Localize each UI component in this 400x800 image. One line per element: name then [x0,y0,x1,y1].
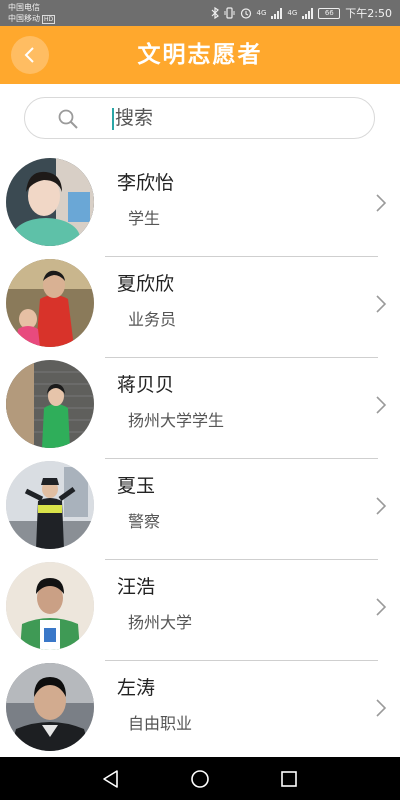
chevron-right-icon [376,497,387,515]
list-item[interactable]: 夏欣欣 业务员 [0,257,400,358]
carrier-2: 中国移动 [8,14,40,23]
chevron-right-icon [376,699,387,717]
volunteer-role: 警察 [128,512,161,531]
recents-square-icon[interactable] [278,768,300,790]
avatar [6,461,94,549]
system-nav-bar [0,757,400,800]
avatar [6,663,94,751]
clock: 下午2:50 [345,7,392,20]
list-item[interactable]: 汪浩 扬州大学 [0,560,400,661]
avatar [6,259,94,347]
volunteer-role: 扬州大学 [128,613,193,632]
back-button[interactable] [11,36,49,74]
chevron-right-icon [376,396,387,414]
volunteer-name: 李欣怡 [117,172,175,194]
volunteer-name: 夏欣欣 [117,273,175,295]
network-type-2: 4G [287,8,298,17]
bluetooth-icon [211,7,219,19]
volunteer-role: 学生 [128,209,161,228]
volunteer-role: 扬州大学学生 [128,411,225,430]
carrier-1: 中国电信 [8,3,40,12]
volunteer-list: 李欣怡 学生 夏欣欣 业务员 蒋贝贝 扬州大学学生 夏玉 警察 汪浩 扬州大学 … [0,156,400,762]
carrier-info: 中国电信 中国移动 HD [8,2,56,24]
avatar [6,562,94,650]
back-triangle-icon[interactable] [100,768,122,790]
volunteer-role: 业务员 [128,310,177,329]
hd-badge: HD [42,15,56,24]
battery-icon: 66 [318,7,341,19]
alarm-icon [240,8,251,19]
list-item[interactable]: 蒋贝贝 扬州大学学生 [0,358,400,459]
home-circle-icon[interactable] [189,768,211,790]
volunteer-role: 自由职业 [128,714,193,733]
text-cursor [112,108,114,130]
network-type-1: 4G [256,8,267,17]
volunteer-name: 左涛 [117,677,156,699]
page-title: 文明志愿者 [137,42,263,68]
status-icons: 4G 4G 66 下午2:50 [211,6,392,20]
list-item[interactable]: 左涛 自由职业 [0,661,400,762]
search-icon [58,109,78,129]
search-input[interactable] [115,98,355,138]
app-header: 文明志愿者 [0,26,400,84]
volunteer-name: 夏玉 [117,475,156,497]
list-item[interactable]: 夏玉 警察 [0,459,400,560]
avatar [6,360,94,448]
vibrate-icon [224,7,235,19]
chevron-right-icon [376,295,387,313]
search-area [0,84,400,156]
chevron-right-icon [376,194,387,212]
status-bar: 中国电信 中国移动 HD 4G 4G 66 下午2:50 [0,0,400,26]
list-item[interactable]: 李欣怡 学生 [0,156,400,257]
signal-icon [302,7,314,19]
signal-icon [271,7,283,19]
chevron-left-icon [24,47,34,63]
volunteer-name: 汪浩 [117,576,156,598]
volunteer-name: 蒋贝贝 [117,374,175,396]
search-bar[interactable] [24,97,375,139]
chevron-right-icon [376,598,387,616]
avatar [6,158,94,246]
